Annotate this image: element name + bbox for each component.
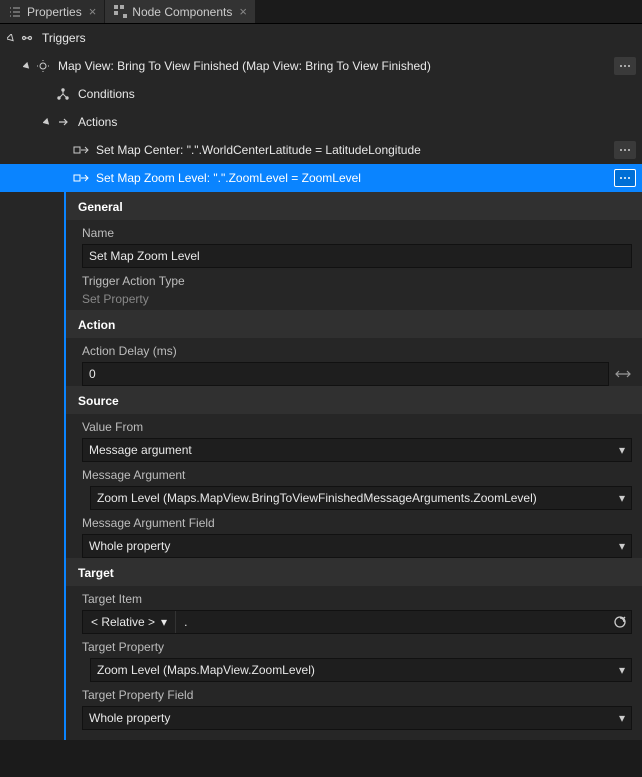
tree-item-actions[interactable]: Actions xyxy=(0,108,642,136)
set-property-icon xyxy=(72,141,90,159)
tree-item-conditions[interactable]: Conditions xyxy=(0,80,642,108)
tree-label: Triggers xyxy=(42,31,636,45)
tree-label: Actions xyxy=(78,115,636,129)
target-locate-button[interactable] xyxy=(609,611,631,633)
expand-placeholder xyxy=(40,87,54,101)
details-panel: General Name Trigger Action Type Set Pro… xyxy=(64,192,642,740)
section-source: Source xyxy=(66,386,642,414)
label-target-item: Target Item xyxy=(82,592,632,606)
target-property-field-dropdown[interactable]: Whole property ▾ xyxy=(82,706,632,730)
tree-item-action-set-map-zoom[interactable]: Set Map Zoom Level: ".".ZoomLevel = Zoom… xyxy=(0,164,642,192)
tree-label: Set Map Zoom Level: ".".ZoomLevel = Zoom… xyxy=(96,171,610,185)
chevron-down-icon: ▾ xyxy=(619,711,625,725)
tree-item-event[interactable]: Map View: Bring To View Finished (Map Vi… xyxy=(0,52,642,80)
actions-icon xyxy=(54,113,72,131)
relative-label: < Relative > xyxy=(91,615,155,629)
message-argument-dropdown[interactable]: Zoom Level (Maps.MapView.BringToViewFini… xyxy=(90,486,632,510)
chevron-down-icon: ▾ xyxy=(619,491,625,505)
label-message-argument: Message Argument xyxy=(82,468,632,482)
chevron-down-icon: ▾ xyxy=(161,615,167,629)
value-from-dropdown[interactable]: Message argument ▾ xyxy=(82,438,632,462)
trigger-action-type-value: Set Property xyxy=(82,292,632,306)
message-argument-field-dropdown[interactable]: Whole property ▾ xyxy=(82,534,632,558)
conditions-icon xyxy=(54,85,72,103)
tab-label: Node Components xyxy=(132,5,232,19)
name-input[interactable] xyxy=(82,244,632,268)
chevron-down-icon: ▾ xyxy=(619,443,625,457)
target-property-dropdown[interactable]: Zoom Level (Maps.MapView.ZoomLevel) ▾ xyxy=(90,658,632,682)
section-general: General xyxy=(66,192,642,220)
section-action: Action xyxy=(66,310,642,338)
triggers-icon xyxy=(18,29,36,47)
dropdown-value: Whole property xyxy=(89,539,170,553)
dropdown-value: Message argument xyxy=(89,443,192,457)
label-message-argument-field: Message Argument Field xyxy=(82,516,632,530)
dropdown-value: Zoom Level (Maps.MapView.ZoomLevel) xyxy=(97,663,315,677)
list-icon xyxy=(8,5,22,19)
close-icon[interactable]: × xyxy=(89,4,97,19)
event-icon xyxy=(34,57,52,75)
label-value-from: Value From xyxy=(82,420,632,434)
target-path[interactable]: . xyxy=(176,615,609,629)
dropdown-value: Whole property xyxy=(89,711,170,725)
tree-label: Conditions xyxy=(78,87,636,101)
tree-item-triggers[interactable]: Triggers xyxy=(0,24,642,52)
components-icon xyxy=(113,5,127,19)
dropdown-value: Zoom Level (Maps.MapView.BringToViewFini… xyxy=(97,491,537,505)
expand-placeholder xyxy=(58,171,72,185)
target-item-row: < Relative > ▾ . xyxy=(82,610,632,634)
more-button[interactable] xyxy=(614,169,636,187)
set-property-icon xyxy=(72,169,90,187)
expand-toggle[interactable] xyxy=(40,115,54,129)
tab-node-components[interactable]: Node Components × xyxy=(105,0,256,23)
label-trigger-action-type: Trigger Action Type xyxy=(82,274,632,288)
expand-toggle[interactable] xyxy=(4,31,18,45)
label-target-property: Target Property xyxy=(82,640,632,654)
tree-panel: Triggers Map View: Bring To View Finishe… xyxy=(0,24,642,740)
tab-bar: Properties × Node Components × xyxy=(0,0,642,24)
chevron-down-icon: ▾ xyxy=(619,663,625,677)
expand-placeholder xyxy=(58,143,72,157)
tree-label: Set Map Center: ".".WorldCenterLatitude … xyxy=(96,143,610,157)
action-delay-input[interactable] xyxy=(82,362,609,386)
section-target: Target xyxy=(66,558,642,586)
target-relative-button[interactable]: < Relative > ▾ xyxy=(83,611,176,633)
tree-item-action-set-map-center[interactable]: Set Map Center: ".".WorldCenterLatitude … xyxy=(0,136,642,164)
label-name: Name xyxy=(82,226,632,240)
chevron-down-icon: ▾ xyxy=(619,539,625,553)
close-icon[interactable]: × xyxy=(239,4,247,19)
more-button[interactable] xyxy=(614,141,636,159)
tab-label: Properties xyxy=(27,5,82,19)
label-target-property-field: Target Property Field xyxy=(82,688,632,702)
label-action-delay: Action Delay (ms) xyxy=(82,344,632,358)
more-button[interactable] xyxy=(614,57,636,75)
tree-label: Map View: Bring To View Finished (Map Vi… xyxy=(58,59,610,73)
drag-handle-icon[interactable] xyxy=(615,365,632,383)
expand-toggle[interactable] xyxy=(20,59,34,73)
tab-properties[interactable]: Properties × xyxy=(0,0,105,23)
